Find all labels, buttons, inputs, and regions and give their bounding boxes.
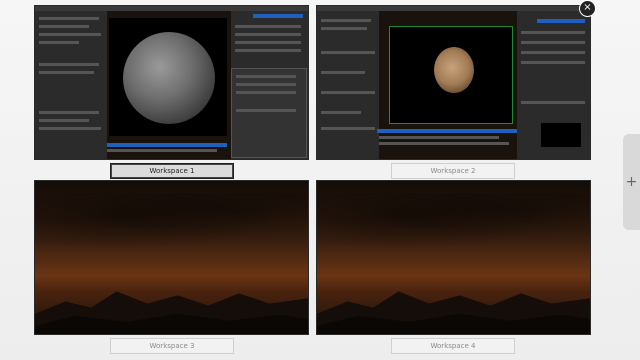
log-selection (377, 129, 517, 133)
plus-icon: + (625, 174, 638, 190)
image-preview (389, 26, 513, 124)
log-selection (107, 143, 227, 147)
workspace-1-label[interactable]: Workspace 1 (110, 163, 234, 179)
dialog-window (231, 68, 307, 158)
workspace-4-thumbnail[interactable] (316, 180, 591, 335)
workspace-3-label[interactable]: Workspace 3 (110, 338, 234, 354)
moon-image (434, 47, 474, 93)
workspace-1-thumbnail[interactable] (34, 5, 309, 160)
moon-image (123, 32, 215, 124)
left-control-panel (317, 11, 379, 159)
mountain-silhouette (35, 291, 308, 334)
left-control-panel (35, 11, 107, 159)
workspace-4-label[interactable]: Workspace 4 (391, 338, 515, 354)
close-icon[interactable]: × (579, 0, 596, 17)
right-settings-panel (517, 11, 590, 159)
workspace-2-label[interactable]: Workspace 2 (391, 163, 515, 179)
workspace-3-thumbnail[interactable] (34, 180, 309, 335)
image-preview (109, 18, 227, 136)
add-workspace-button[interactable]: + (623, 134, 640, 230)
workspace-2-thumbnail[interactable] (316, 5, 591, 160)
mountain-silhouette (317, 291, 590, 334)
